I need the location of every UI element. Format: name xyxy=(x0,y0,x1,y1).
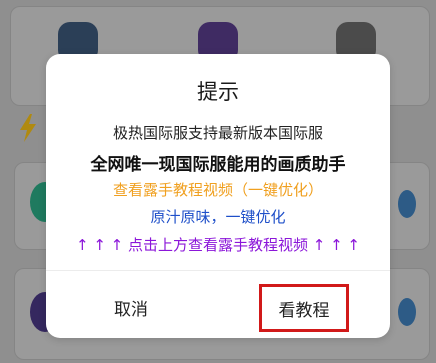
dialog-message-line: 原汁原味，一键优化 xyxy=(150,208,286,226)
background-item-action xyxy=(398,190,416,218)
view-tutorial-button[interactable]: 看教程 xyxy=(259,284,349,332)
tutorial-link-text[interactable]: 查看露手教程视频（一键优化） xyxy=(46,179,390,200)
dialog-hint-line: ↑ ↑ ↑ 点击上方查看露手教程视频 ↑ ↑ ↑ xyxy=(75,236,361,254)
dialog-message-line: 极热国际服支持最新版本国际服 xyxy=(112,124,323,142)
background-item-action xyxy=(398,298,416,326)
dialog-title: 提示 xyxy=(197,80,239,104)
cancel-button[interactable]: 取消 xyxy=(66,284,196,330)
tip-dialog: 提示 极热国际服支持最新版本国际服 全网唯一现国际服能用的画质助手 查看露手教程… xyxy=(46,54,390,338)
dialog-message-headline: 全网唯一现国际服能用的画质助手 xyxy=(90,155,346,175)
dialog-divider xyxy=(46,270,390,271)
lightning-icon xyxy=(20,114,36,142)
